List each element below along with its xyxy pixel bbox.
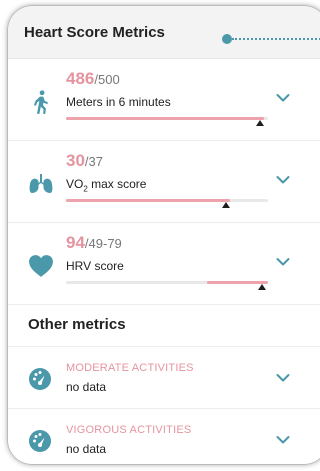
- other-metric-title: VIGOROUS ACTIVITIES: [66, 424, 192, 436]
- other-metric-row-vigorous[interactable]: VIGOROUS ACTIVITIES no data: [8, 408, 320, 464]
- metric-progress-track: [66, 199, 268, 208]
- metric-target-value: /500: [94, 72, 120, 87]
- metric-marker: [257, 284, 266, 290]
- metric-value: 94/49-79: [66, 233, 122, 253]
- metric-target-value: /37: [84, 154, 103, 169]
- metric-row-hrv[interactable]: 94/49-79 HRV score: [8, 223, 320, 305]
- chevron-down-icon[interactable]: [276, 435, 290, 445]
- metric-label: VO2 max score: [66, 177, 146, 193]
- metric-marker: [255, 120, 264, 126]
- progress-dot-icon: [222, 34, 232, 44]
- metric-current-value: 94: [66, 233, 85, 252]
- metric-marker: [221, 202, 230, 208]
- metric-current-value: 30: [66, 151, 85, 170]
- other-metric-subtitle: no data: [66, 442, 107, 456]
- card-title: Heart Score Metrics: [24, 24, 165, 41]
- metric-value: 486/500: [66, 69, 120, 89]
- other-metrics-heading: Other metrics: [28, 316, 126, 333]
- chevron-down-icon[interactable]: [276, 373, 290, 383]
- progress-dotted-line: [232, 38, 320, 40]
- metric-row-vo2max[interactable]: 30/37 VO2 max score: [8, 141, 320, 223]
- other-metric-subtitle: no data: [66, 380, 107, 394]
- chevron-down-icon[interactable]: [276, 175, 290, 185]
- metric-progress-track: [66, 281, 268, 290]
- metric-progress-fill: [66, 199, 230, 202]
- gauge-icon: [29, 368, 51, 390]
- chevron-down-icon[interactable]: [276, 257, 290, 267]
- lungs-icon: [29, 174, 53, 193]
- chevron-down-icon[interactable]: [276, 93, 290, 103]
- label-main: VO: [66, 177, 84, 191]
- heart-score-card: Heart Score Metrics 486/500 Meters in 6 …: [8, 6, 320, 464]
- metric-target-value: /49-79: [84, 236, 122, 251]
- metric-row-walk-test[interactable]: 486/500 Meters in 6 minutes: [8, 59, 320, 141]
- metric-progress-fill: [66, 117, 264, 120]
- metric-current-value: 486: [66, 69, 95, 88]
- label-rest: max score: [87, 177, 147, 191]
- metric-label: Meters in 6 minutes: [66, 95, 171, 109]
- other-metric-row-moderate[interactable]: MODERATE ACTIVITIES no data: [8, 346, 320, 407]
- other-metric-title: MODERATE ACTIVITIES: [66, 362, 194, 374]
- metric-value: 30/37: [66, 151, 103, 171]
- metric-label: HRV score: [66, 259, 124, 273]
- heart-icon: [29, 255, 53, 277]
- metric-progress-track: [66, 117, 268, 126]
- card-header: Heart Score Metrics: [8, 6, 320, 59]
- walking-person-icon: [33, 90, 49, 114]
- gauge-icon: [29, 430, 51, 452]
